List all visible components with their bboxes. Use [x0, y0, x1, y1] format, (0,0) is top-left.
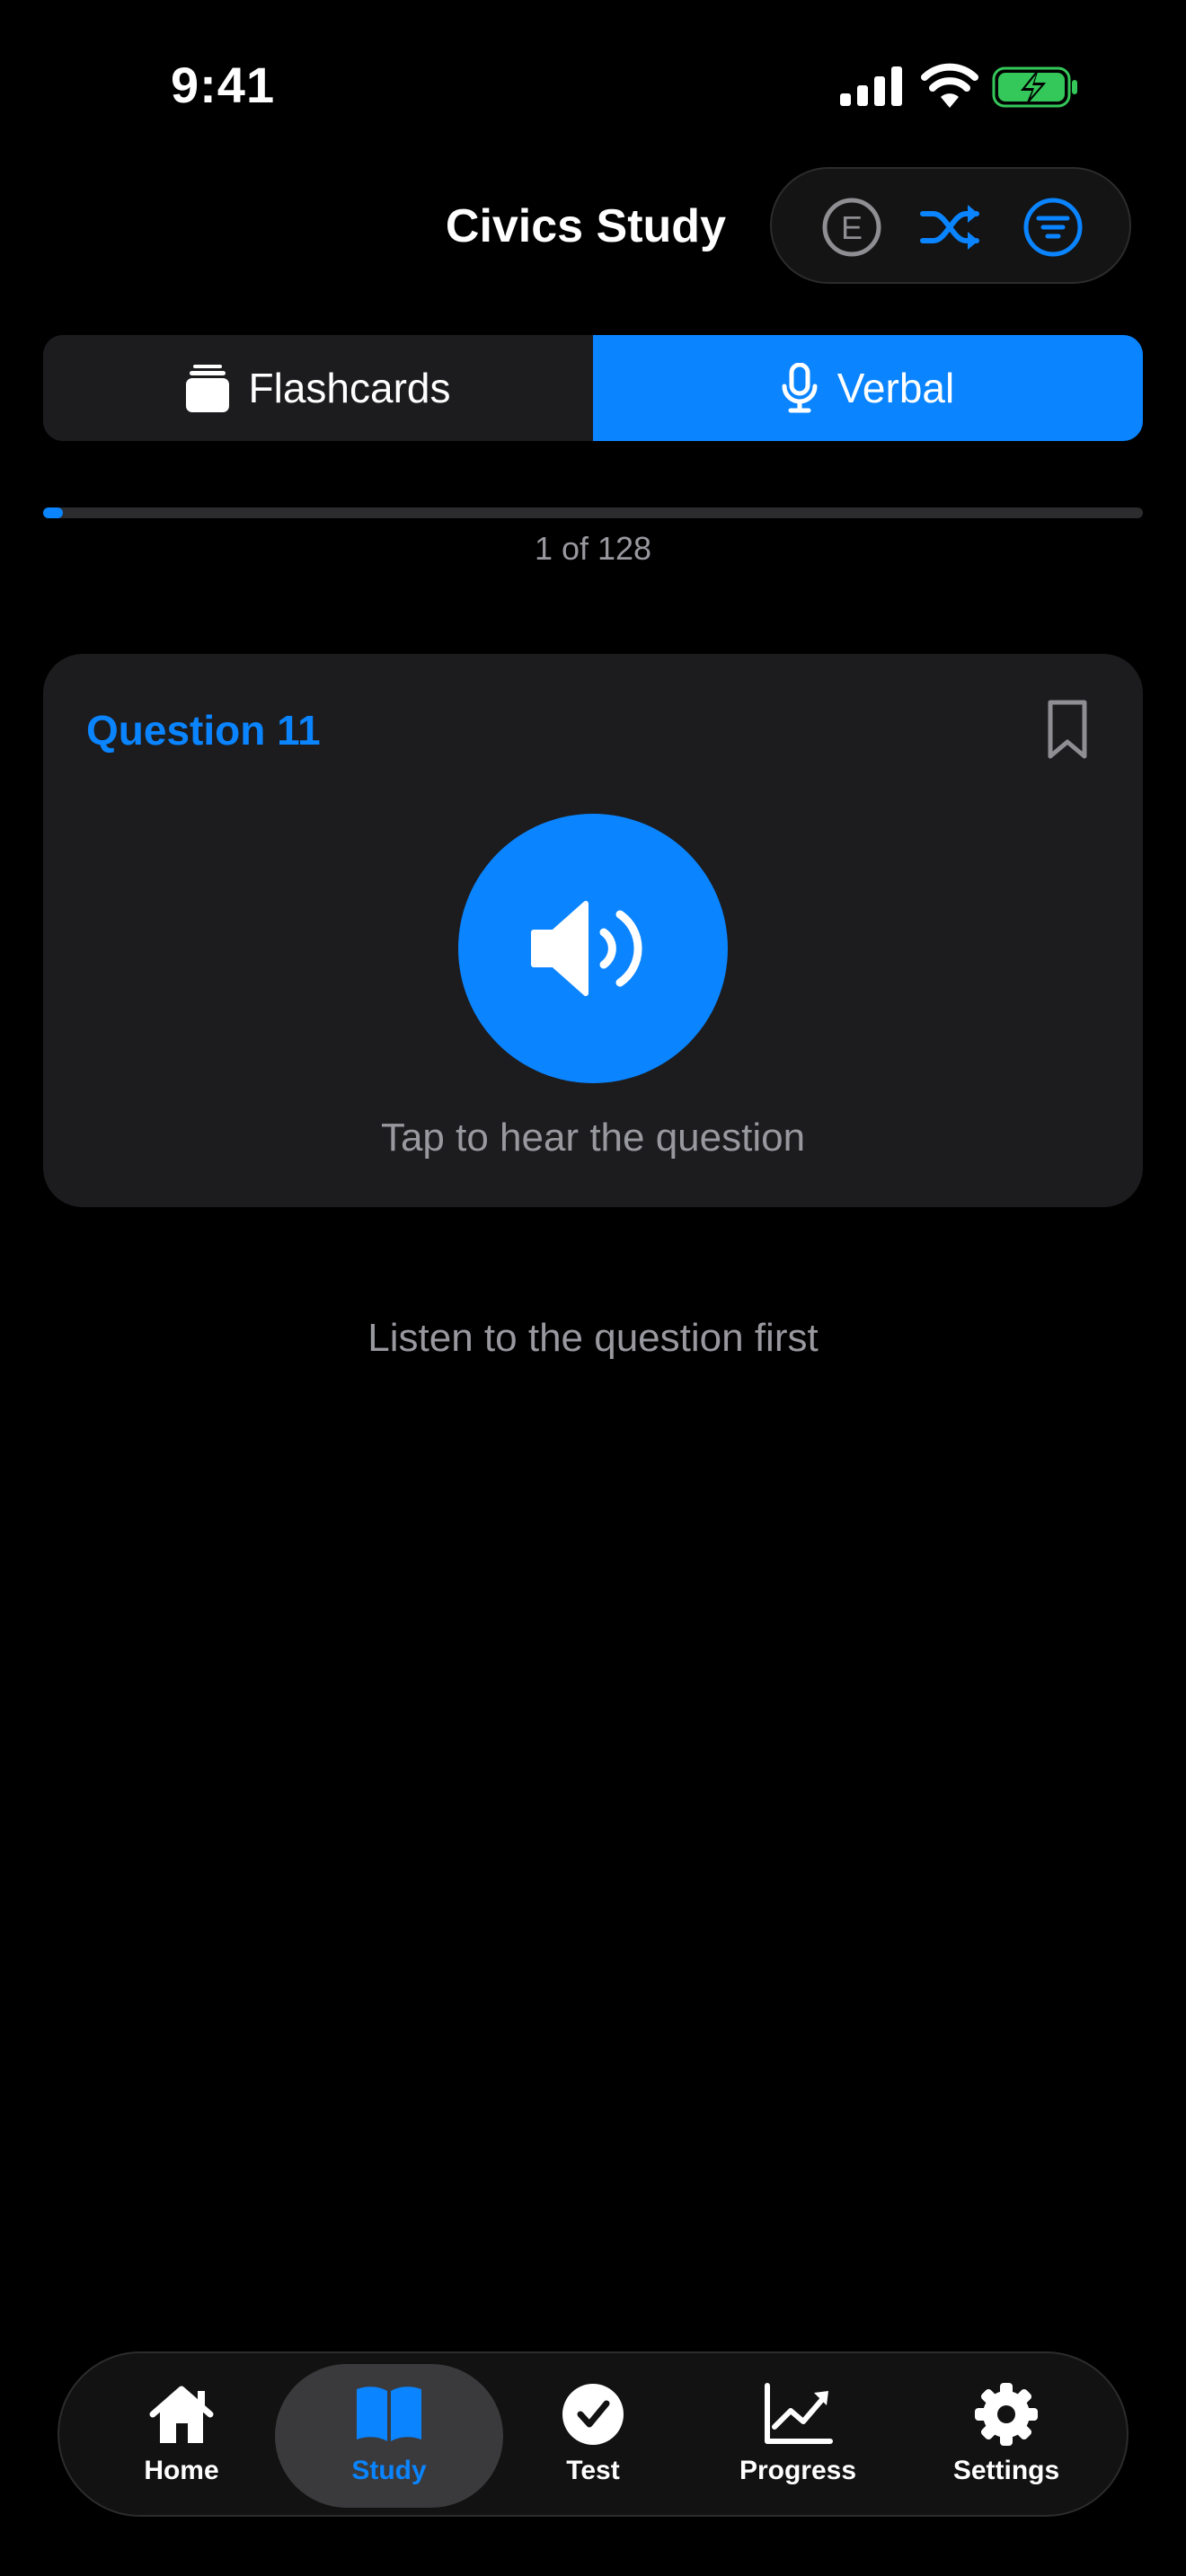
- tab-test[interactable]: Test: [503, 2353, 683, 2515]
- shuffle-button[interactable]: [919, 196, 982, 259]
- wifi-icon: [921, 63, 978, 108]
- tap-to-hear-hint: Tap to hear the question: [380, 1116, 806, 1160]
- cellular-signal-icon: [840, 66, 902, 106]
- gear-icon: [975, 2383, 1038, 2446]
- tab-progress[interactable]: Progress: [708, 2353, 888, 2515]
- study-progress-fill: [43, 507, 63, 518]
- filter-button[interactable]: [1022, 196, 1084, 259]
- english-language-button[interactable]: E: [820, 196, 883, 259]
- status-time: 9:41: [171, 57, 276, 113]
- tab-study-label: Study: [351, 2456, 427, 2485]
- play-question-audio-button[interactable]: [458, 814, 728, 1083]
- tab-bar: Home Study Test Progress Settings: [58, 2351, 1128, 2517]
- header-actions-group: E: [770, 167, 1131, 284]
- tab-home[interactable]: Home: [92, 2353, 271, 2515]
- speaker-wave-icon: [531, 901, 642, 996]
- tab-study[interactable]: Study: [299, 2353, 479, 2515]
- progress-count-label: 1 of 128: [534, 530, 652, 567]
- tab-home-label: Home: [144, 2456, 219, 2485]
- segment-verbal-label: Verbal: [836, 365, 955, 411]
- battery-charging-icon: [992, 66, 1077, 108]
- chart-line-up-icon: [765, 2383, 833, 2444]
- house-icon: [149, 2386, 214, 2443]
- open-book-icon: [357, 2386, 421, 2441]
- letter-e-glyph: E: [841, 209, 863, 246]
- question-card: Question 11 Tap to hear the question: [43, 654, 1143, 1207]
- segment-flashcards[interactable]: Flashcards: [43, 335, 593, 441]
- study-mode-segmented-control: Flashcards Verbal: [43, 335, 1143, 441]
- listen-first-hint: Listen to the question first: [367, 1316, 819, 1360]
- filter-lines-circle-icon: [1023, 198, 1083, 257]
- tab-test-label: Test: [566, 2456, 620, 2485]
- segment-verbal[interactable]: Verbal: [593, 335, 1143, 441]
- segment-flashcards-label: Flashcards: [248, 365, 451, 411]
- tab-progress-label: Progress: [739, 2456, 857, 2485]
- tab-settings-label: Settings: [952, 2456, 1060, 2485]
- question-number-label: Question 11: [86, 707, 321, 754]
- shuffle-icon: [920, 205, 979, 250]
- letter-e-circle-icon: E: [822, 198, 881, 257]
- microphone-icon: [782, 363, 818, 413]
- checkmark-circle-icon: [562, 2384, 624, 2445]
- tab-settings[interactable]: Settings: [916, 2353, 1096, 2515]
- study-progress-bar: [43, 507, 1143, 518]
- cards-stack-icon: [185, 365, 229, 412]
- page-title: Civics Study: [445, 200, 726, 252]
- bookmark-outline-icon[interactable]: [1046, 699, 1089, 762]
